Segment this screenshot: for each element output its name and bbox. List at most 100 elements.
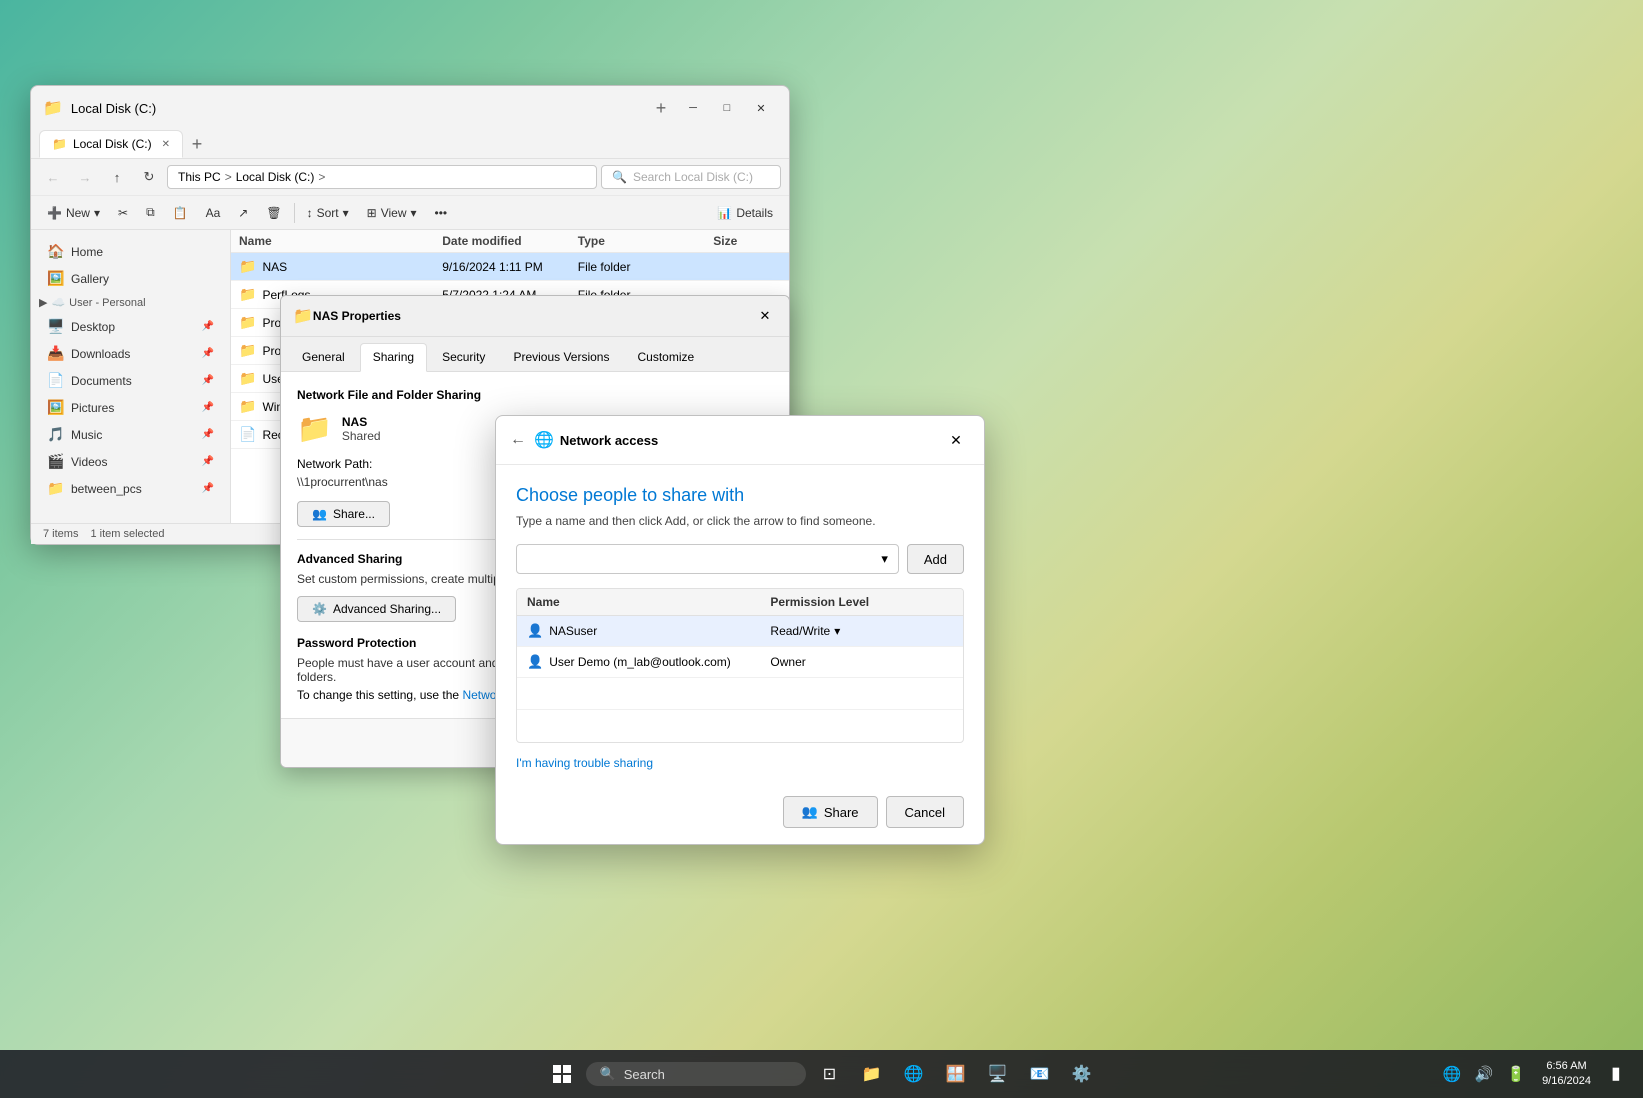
sidebar-item-desktop[interactable]: 🖥️ Desktop 📌 (35, 313, 226, 340)
explorer-tab[interactable]: 📁 Local Disk (C:) ✕ (39, 130, 183, 158)
sidebar-item-documents[interactable]: 📄 Documents 📌 (35, 367, 226, 394)
minimize-button[interactable]: ─ (677, 94, 709, 122)
search-box[interactable]: 🔍 Search Local Disk (C:) (601, 165, 781, 189)
na-back-button[interactable]: ← (510, 431, 526, 449)
nas-props-close-button[interactable]: ✕ (753, 304, 777, 328)
pin-icon-doc: 📌 (202, 375, 214, 386)
file-row-nas[interactable]: 📁 NAS 9/16/2024 1:11 PM File folder (231, 253, 789, 281)
nasuser-perm-dropdown[interactable]: Read/Write ▾ (770, 624, 953, 638)
tab-sharing[interactable]: Sharing (360, 343, 427, 372)
trouble-sharing-link[interactable]: I'm having trouble sharing (516, 756, 653, 770)
na-name-demo: User Demo (m_lab@outlook.com) (549, 655, 731, 669)
na-row-nasuser[interactable]: 👤 NASuser Read/Write ▾ (517, 616, 963, 647)
cut-button[interactable]: ✂ (110, 201, 136, 225)
store-taskbar-icon[interactable]: 🪟 (938, 1056, 974, 1092)
na-subtitle: Type a name and then click Add, or click… (516, 514, 964, 528)
browser-taskbar-icon[interactable]: 🌐 (896, 1056, 932, 1092)
sidebar-label-personal: User - Personal (69, 297, 145, 309)
close-button[interactable]: ✕ (745, 94, 777, 122)
taskbar-search-box[interactable]: 🔍 Search (586, 1062, 806, 1086)
na-close-button[interactable]: ✕ (942, 426, 970, 454)
address-this-pc[interactable]: This PC (178, 170, 221, 184)
demo-perm-value: Owner (770, 655, 805, 669)
rename-button[interactable]: Aa (198, 201, 229, 225)
chevron-icon: ▶ (39, 296, 47, 309)
tab-security[interactable]: Security (429, 343, 498, 371)
new-tab-button[interactable]: + (647, 94, 675, 122)
share-icon: ↗ (238, 206, 248, 220)
mail-taskbar-icon[interactable]: 📧 (1022, 1056, 1058, 1092)
tab-close-icon[interactable]: ✕ (162, 139, 170, 150)
network-icon[interactable]: 🌐 (1438, 1060, 1466, 1088)
sidebar-item-between-pcs[interactable]: 📁 between_pcs 📌 (35, 475, 226, 502)
pin-icon-pic: 📌 (202, 402, 214, 413)
tab-label: Local Disk (C:) (73, 137, 152, 151)
na-add-button[interactable]: Add (907, 544, 964, 574)
perm-chevron-icon: ▾ (834, 624, 840, 638)
sidebar-item-music[interactable]: 🎵 Music 📌 (35, 421, 226, 448)
sidebar-item-gallery[interactable]: 🖼️ Gallery (35, 265, 226, 292)
refresh-button[interactable]: ↻ (135, 163, 163, 191)
delete-icon: 🗑 (266, 206, 281, 220)
tab-general[interactable]: General (289, 343, 358, 371)
nav-bar: ← → ↑ ↻ This PC > Local Disk (C:) > 🔍 Se… (31, 159, 789, 196)
up-button[interactable]: ↑ (103, 163, 131, 191)
doc-icon-recovery: 📄 (239, 426, 256, 443)
details-icon: 📊 (717, 206, 732, 220)
forward-button[interactable]: → (71, 163, 99, 191)
tab-customize[interactable]: Customize (624, 343, 707, 371)
view-button[interactable]: ⊞ View ▾ (359, 201, 425, 225)
add-tab-button[interactable]: + (183, 130, 211, 158)
advanced-sharing-button[interactable]: ⚙️ Advanced Sharing... (297, 596, 456, 622)
back-button[interactable]: ← (39, 163, 67, 191)
taskview-button[interactable]: ⊡ (812, 1056, 848, 1092)
na-heading: Choose people to share with (516, 485, 964, 506)
folder-icon-pfx86: 📁 (239, 342, 256, 359)
share-button[interactable]: 👥 Share... (297, 501, 390, 527)
details-button[interactable]: 📊 Details (709, 201, 781, 225)
sidebar-item-videos[interactable]: 🎬 Videos 📌 (35, 448, 226, 475)
na-cancel-button[interactable]: Cancel (886, 796, 964, 828)
new-button[interactable]: ➕ New ▾ (39, 201, 108, 225)
new-icon: ➕ (47, 206, 62, 220)
window-title: Local Disk (C:) (71, 101, 639, 116)
na-name-dropdown[interactable]: ▾ (516, 544, 899, 574)
share-button[interactable]: ↗ (230, 201, 256, 225)
volume-icon[interactable]: 🔊 (1470, 1060, 1498, 1088)
maximize-button[interactable]: □ (711, 94, 743, 122)
start-button[interactable] (544, 1056, 580, 1092)
documents-icon: 📄 (47, 372, 63, 389)
sidebar-item-pictures[interactable]: 🖼️ Pictures 📌 (35, 394, 226, 421)
paste-icon: 📋 (173, 206, 188, 220)
battery-icon[interactable]: 🔋 (1502, 1060, 1530, 1088)
copy-button[interactable]: ⧉ (138, 200, 163, 225)
settings-taskbar-icon[interactable]: ⚙️ (1064, 1056, 1100, 1092)
paste-button[interactable]: 📋 (165, 201, 196, 225)
filemanager-taskbar-icon[interactable]: 📁 (854, 1056, 890, 1092)
na-row-user-demo[interactable]: 👤 User Demo (m_lab@outlook.com) Owner (517, 647, 963, 678)
tab-previous-versions[interactable]: Previous Versions (500, 343, 622, 371)
na-body: Choose people to share with Type a name … (496, 465, 984, 786)
adv-sharing-icon: ⚙️ (312, 602, 327, 616)
delete-button[interactable]: 🗑 (258, 201, 289, 225)
pictures-icon: 🖼️ (47, 399, 63, 416)
more-button[interactable]: ••• (427, 201, 456, 225)
na-share-button[interactable]: 👥 Share (783, 796, 878, 828)
show-desktop-button[interactable]: ▊ (1603, 1060, 1631, 1088)
sidebar-item-home[interactable]: 🏠 Home (35, 238, 226, 265)
clock-date: 9/16/2024 (1542, 1074, 1591, 1089)
folder-icon-perflogs: 📁 (239, 286, 256, 303)
remote-taskbar-icon[interactable]: 🖥️ (980, 1056, 1016, 1092)
address-local-disk[interactable]: Local Disk (C:) (236, 170, 315, 184)
sidebar-group-personal[interactable]: ▶ ☁️ User - Personal (31, 292, 230, 313)
search-placeholder: Search Local Disk (C:) (633, 170, 753, 184)
address-bar[interactable]: This PC > Local Disk (C:) > (167, 165, 597, 189)
sidebar-item-downloads[interactable]: 📥 Downloads 📌 (35, 340, 226, 367)
sort-button[interactable]: ↕ Sort ▾ (299, 201, 357, 225)
downloads-icon: 📥 (47, 345, 63, 362)
na-title: Network access (560, 433, 942, 448)
col-header-name: Name (239, 234, 442, 248)
clock[interactable]: 6:56 AM 9/16/2024 (1534, 1059, 1599, 1090)
file-name-nas: NAS (262, 260, 287, 274)
network-sharing-title: Network File and Folder Sharing (297, 388, 773, 402)
